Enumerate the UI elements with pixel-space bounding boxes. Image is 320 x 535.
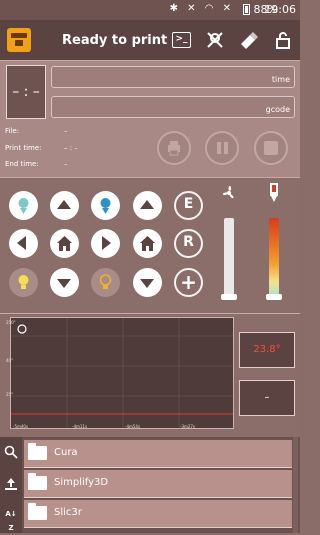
- stop-icon: [264, 141, 278, 155]
- battery-icon: [243, 4, 250, 15]
- add-button[interactable]: +: [174, 268, 203, 297]
- add-label: +: [180, 270, 197, 294]
- light-b-button[interactable]: [91, 268, 120, 297]
- upload-icon[interactable]: [4, 477, 18, 491]
- clock-time: 19:06: [264, 3, 296, 16]
- refresh-icon: [17, 324, 27, 334]
- folder-icon: [28, 473, 47, 490]
- y-tick-mid: 40°: [6, 358, 14, 363]
- status-icons: ✱ ✕ ◠ ✕: [169, 3, 234, 14]
- time-progress-bar: time: [51, 66, 295, 88]
- pause-button[interactable]: [205, 131, 239, 165]
- folder-icon: [28, 443, 47, 460]
- folder-icon: [28, 503, 47, 520]
- printer-status-title: Ready to print: [62, 33, 168, 48]
- y-tick-top: 250°: [6, 320, 16, 325]
- print-time-value: – : –: [64, 144, 78, 152]
- move-y-up-button[interactable]: [50, 191, 79, 220]
- x-tick-3: -3m27s: [180, 424, 196, 429]
- extruder-a-button[interactable]: [9, 191, 38, 220]
- move-z-up-button[interactable]: [133, 191, 162, 220]
- file-value: –: [64, 127, 68, 135]
- file-browser-sidebar: A↓ Z: [0, 437, 22, 533]
- folder-label: Cura: [54, 447, 78, 458]
- secondary-temperature-readout[interactable]: –: [239, 380, 295, 416]
- status-bar: ✱ ✕ ◠ ✕ 88% 19:06: [0, 0, 300, 20]
- temperature-slider-handle[interactable]: [266, 294, 282, 300]
- fan-icon: [222, 185, 234, 199]
- top-toolbar: Ready to print >_: [0, 20, 300, 60]
- move-z-down-button[interactable]: [133, 268, 162, 297]
- time-label: time: [271, 75, 290, 84]
- app-logo-icon[interactable]: [7, 28, 31, 52]
- fan-speed-slider[interactable]: [224, 218, 234, 298]
- move-x-right-button[interactable]: [91, 229, 120, 258]
- printer-icon: [168, 141, 180, 156]
- temperature-slider[interactable]: [269, 218, 279, 298]
- x-tick-2: -4m54s: [125, 424, 141, 429]
- fan-slider-handle[interactable]: [221, 294, 237, 300]
- search-icon[interactable]: [4, 445, 18, 459]
- home-icon: [57, 236, 72, 251]
- end-time-label: End time:: [5, 160, 39, 168]
- home-icon: [140, 236, 155, 251]
- arrow-up-icon: [57, 200, 71, 209]
- arrow-right-icon: [102, 236, 111, 250]
- sort-az-icon[interactable]: A↓ Z: [4, 507, 18, 532]
- x-tick-0: -5m40s: [13, 424, 29, 429]
- arrow-down-icon: [57, 279, 71, 288]
- list-item[interactable]: Simplify3D: [24, 470, 292, 498]
- print-button[interactable]: [157, 131, 191, 165]
- light-a-button[interactable]: [9, 268, 38, 297]
- file-label: File:: [5, 127, 20, 135]
- extruder-icon: [18, 198, 29, 214]
- extrude-label: E: [183, 196, 194, 212]
- elapsed-clock: – : –: [6, 65, 46, 119]
- bulb-icon: [18, 275, 29, 289]
- temperature-chart-plot: [11, 318, 233, 428]
- move-y-down-button[interactable]: [50, 268, 79, 297]
- current-temperature-readout[interactable]: 23.8°: [239, 332, 295, 368]
- list-item[interactable]: Cura: [24, 440, 292, 468]
- arrow-up-icon: [140, 200, 154, 209]
- extruder-icon: [100, 198, 111, 214]
- print-time-label: Print time:: [5, 144, 42, 152]
- list-item[interactable]: Slic3r: [24, 500, 292, 528]
- lock-icon[interactable]: [272, 29, 294, 51]
- bulb-icon: [99, 274, 112, 289]
- temperature-chart: [10, 317, 234, 429]
- x-tick-1: -4m11s: [72, 424, 88, 429]
- y-tick-low: 25°: [6, 392, 14, 397]
- eraser-icon[interactable]: [238, 29, 260, 51]
- retract-label: R: [183, 234, 194, 250]
- pause-icon: [217, 142, 221, 154]
- retract-button[interactable]: R: [174, 229, 203, 258]
- arrow-left-icon: [17, 236, 26, 250]
- nozzle-temp-icon: [270, 183, 278, 202]
- end-time-value: –: [64, 160, 68, 168]
- terminal-icon[interactable]: >_: [172, 32, 191, 48]
- folder-label: Simplify3D: [54, 477, 109, 488]
- move-x-left-button[interactable]: [9, 229, 38, 258]
- file-list-scrollbar[interactable]: [293, 437, 298, 533]
- gcode-progress-bar: gcode: [51, 96, 295, 118]
- satellite-icon[interactable]: [204, 29, 226, 51]
- gcode-label: gcode: [265, 105, 290, 114]
- arrow-down-icon: [140, 279, 154, 288]
- extrude-button[interactable]: E: [174, 191, 203, 220]
- stop-button[interactable]: [254, 131, 288, 165]
- folder-label: Slic3r: [54, 507, 82, 518]
- extruder-b-button[interactable]: [91, 191, 120, 220]
- home-z-button[interactable]: [133, 229, 162, 258]
- home-xy-button[interactable]: [50, 229, 79, 258]
